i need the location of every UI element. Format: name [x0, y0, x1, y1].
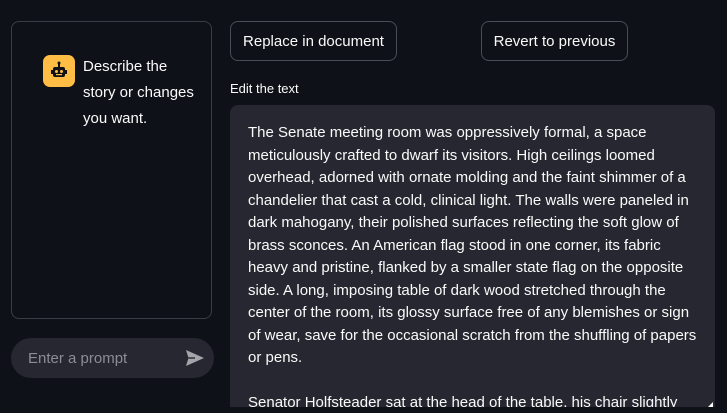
resize-handle-icon[interactable]	[705, 397, 713, 407]
robot-icon	[43, 55, 75, 87]
assistant-message: Describe the story or changes you want.	[43, 55, 203, 132]
prompt-box	[11, 338, 214, 378]
chat-history-panel: Describe the story or changes you want.	[11, 21, 212, 319]
prompt-input[interactable]	[11, 348, 180, 368]
story-text-area[interactable]: The Senate meeting room was oppressively…	[230, 105, 715, 407]
text-paragraph: The Senate meeting room was oppressively…	[248, 124, 697, 366]
assistant-message-text: Describe the story or changes you want.	[83, 58, 194, 127]
revert-to-previous-button[interactable]: Revert to previous	[481, 21, 628, 61]
edit-text-label: Edit the text	[230, 81, 299, 96]
app-root: Describe the story or changes you want. …	[0, 0, 727, 413]
text-paragraph: Senator Holfsteader sat at the head of t…	[248, 393, 678, 408]
send-arrow-icon[interactable]	[184, 347, 206, 369]
replace-in-document-button[interactable]: Replace in document	[230, 21, 397, 61]
